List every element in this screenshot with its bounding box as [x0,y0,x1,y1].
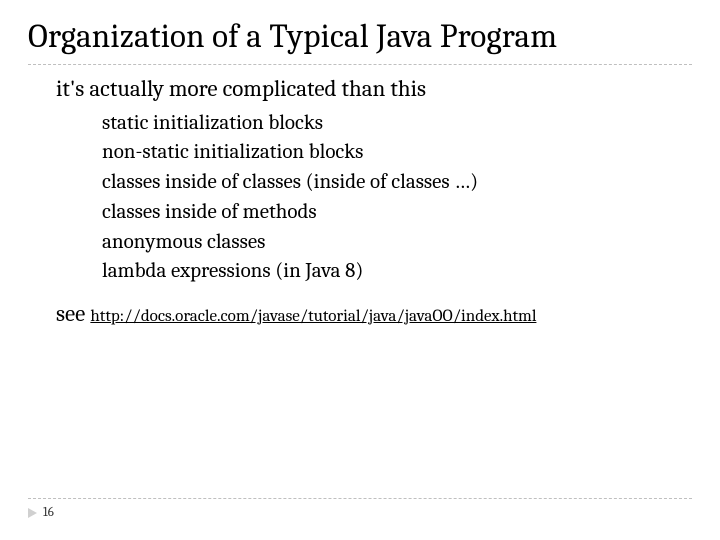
sub-bullet-text: non-static initialization blocks [102,139,363,167]
bullet-see: see http://docs.oracle.com/javase/tutori… [34,300,692,327]
bullet-glyph-icon [80,110,102,114]
sub-bullet: lambda expressions (in Java 8) [80,258,692,286]
sub-bullet: classes inside of methods [80,199,692,227]
bullet-glyph-icon [80,199,102,203]
sub-bullet: anonymous classes [80,229,692,257]
bullet-level1: it's actually more complicated than this [34,75,692,104]
divider-bottom [28,498,692,499]
triangle-icon [28,508,37,518]
sub-bullet-text: anonymous classes [102,229,265,257]
bullet-glyph-icon [80,229,102,233]
bullet-text: it's actually more complicated than this [56,75,426,104]
bullet-glyph-icon [80,258,102,262]
bullet-glyph-icon [34,75,56,78]
sub-bullet-text: classes inside of methods [102,199,317,227]
sub-bullet-text: lambda expressions (in Java 8) [102,258,363,286]
sub-bullet-list: static initialization blocks non-static … [80,110,692,286]
slide: Organization of a Typical Java Program i… [0,0,720,540]
sub-bullet-text: classes inside of classes (inside of cla… [102,169,478,197]
see-label-text: see [56,300,85,327]
page-number: 16 [43,505,54,520]
bullet-glyph-icon [80,139,102,143]
slide-footer: 16 [28,498,692,520]
see-label: see http://docs.oracle.com/javase/tutori… [56,300,536,327]
bullet-glyph-icon [80,169,102,173]
see-link[interactable]: http://docs.oracle.com/javase/tutorial/j… [90,307,536,326]
page-number-container: 16 [28,505,692,520]
divider-top [28,64,692,65]
sub-bullet-text: static initialization blocks [102,110,323,138]
slide-title: Organization of a Typical Java Program [28,18,692,56]
sub-bullet: static initialization blocks [80,110,692,138]
sub-bullet: classes inside of classes (inside of cla… [80,169,692,197]
sub-bullet: non-static initialization blocks [80,139,692,167]
